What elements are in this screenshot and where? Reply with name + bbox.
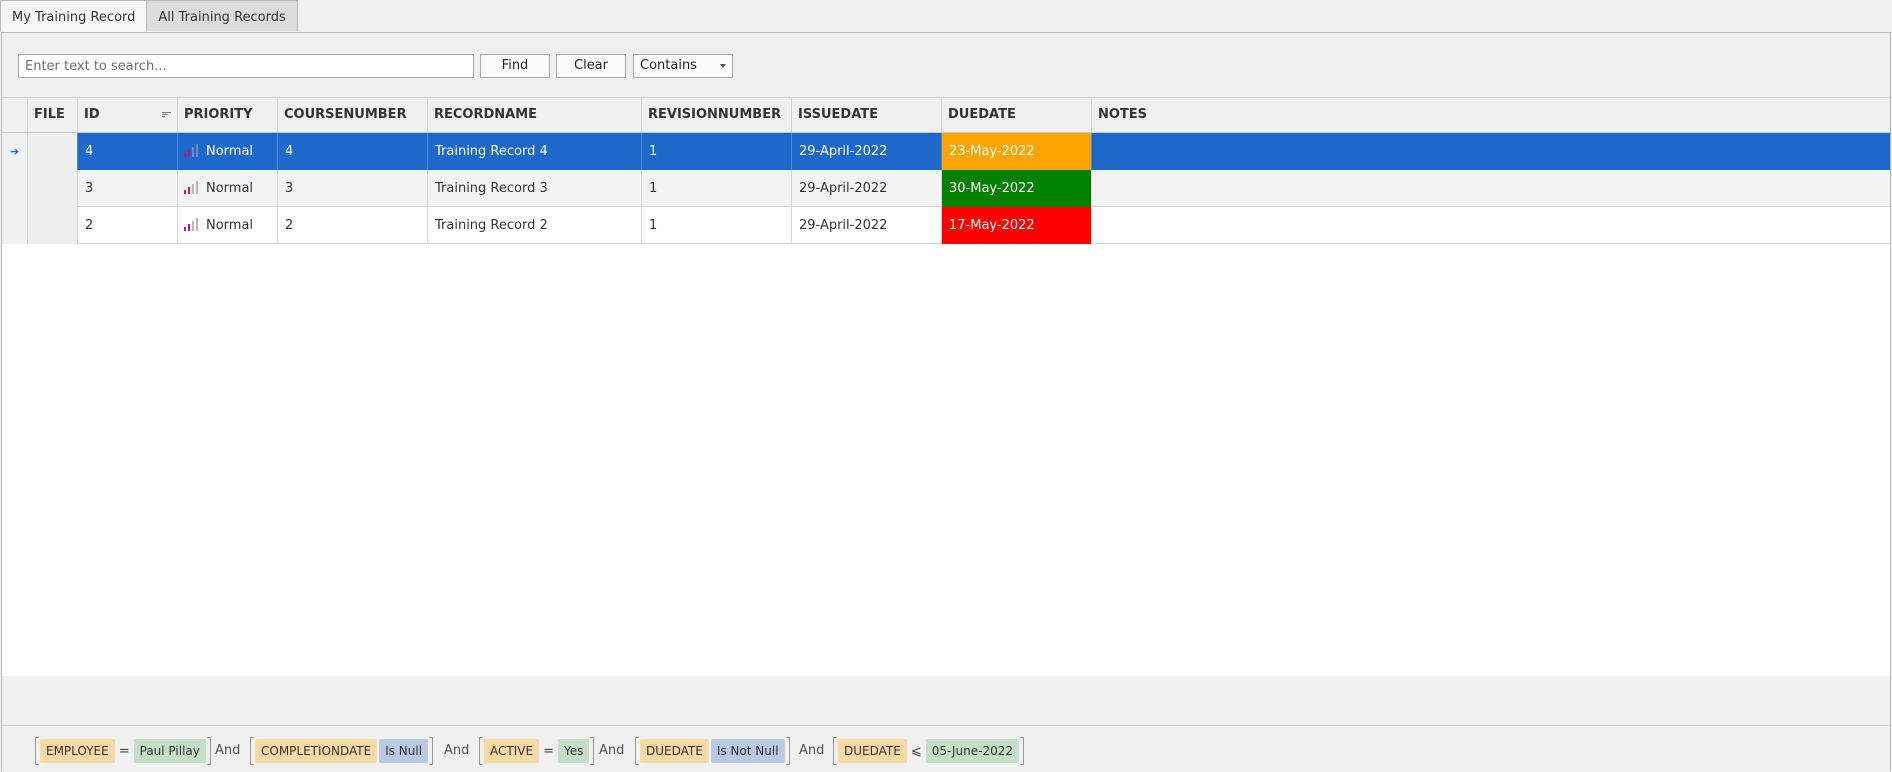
duedate-cell[interactable]: 30-May-2022 xyxy=(942,170,1092,207)
row-indicator xyxy=(2,170,28,207)
column-header-id[interactable]: ID xyxy=(78,98,178,132)
notes-cell[interactable] xyxy=(1092,133,1890,170)
filter-operator[interactable]: ⩽ xyxy=(911,744,922,759)
priority-bars-icon xyxy=(184,180,200,194)
revisionnumber-cell[interactable]: 1 xyxy=(642,207,792,244)
column-header-notes[interactable]: NOTES xyxy=(1092,98,1890,132)
priority-cell[interactable]: Normal xyxy=(178,207,278,244)
filter-operator[interactable]: = xyxy=(543,744,554,759)
filter-field-chip[interactable]: EMPLOYEE xyxy=(40,739,115,763)
coursenumber-cell[interactable]: 4 xyxy=(278,133,428,170)
notes-cell[interactable] xyxy=(1092,170,1890,207)
filter-conjunction[interactable]: And xyxy=(599,737,624,765)
column-header-issuedate[interactable]: ISSUEDATE xyxy=(792,98,942,132)
find-button[interactable]: Find xyxy=(480,54,550,78)
filter-operator-chip[interactable]: Is Null xyxy=(379,739,429,763)
grid-header: FILE ID PRIORITY COURSENUMBER RECORDNAME… xyxy=(2,98,1890,133)
filter-operator-chip[interactable]: Is Not Null xyxy=(710,739,785,763)
clear-button[interactable]: Clear xyxy=(556,54,626,78)
issuedate-cell[interactable]: 29-April-2022 xyxy=(792,133,942,170)
coursenumber-cell[interactable]: 2 xyxy=(278,207,428,244)
filter-condition-completiondate[interactable]: COMPLETIONDATE Is Null xyxy=(250,737,434,765)
filter-value-chip[interactable]: Yes xyxy=(557,739,590,763)
duedate-cell[interactable]: 17-May-2022 xyxy=(942,207,1092,244)
search-input[interactable] xyxy=(18,54,474,78)
recordname-cell[interactable]: Training Record 4 xyxy=(428,133,642,170)
row-indicator-header xyxy=(2,98,28,132)
filter-field-chip[interactable]: DUEDATE xyxy=(838,739,907,763)
priority-label: Normal xyxy=(206,144,254,159)
sort-icon xyxy=(162,112,171,118)
recordname-cell[interactable]: Training Record 3 xyxy=(428,170,642,207)
duedate-cell[interactable]: 23-May-2022 xyxy=(942,133,1092,170)
priority-cell[interactable]: Normal xyxy=(178,170,278,207)
column-header-recordname[interactable]: RECORDNAME xyxy=(428,98,642,132)
search-mode-select[interactable]: Contains xyxy=(633,54,733,78)
priority-label: Normal xyxy=(206,218,254,233)
filter-conjunction[interactable]: And xyxy=(799,737,824,765)
issuedate-cell[interactable]: 29-April-2022 xyxy=(792,170,942,207)
filter-field-chip[interactable]: ACTIVE xyxy=(484,739,540,763)
tab-my-training-record[interactable]: My Training Record xyxy=(0,0,148,32)
filter-condition-duedate-before[interactable]: DUEDATE ⩽ 05-June-2022 xyxy=(833,737,1025,765)
search-mode-value: Contains xyxy=(640,58,697,73)
chevron-down-icon xyxy=(720,64,726,68)
column-header-priority[interactable]: PRIORITY xyxy=(178,98,278,132)
bracket-close xyxy=(590,737,595,765)
recordname-cell[interactable]: Training Record 2 xyxy=(428,207,642,244)
table-row[interactable]: 3 Normal 3 Training Record 3 1 29-April-… xyxy=(2,170,1890,207)
filter-condition-active[interactable]: ACTIVE = Yes xyxy=(479,737,595,765)
row-indicator xyxy=(2,207,28,244)
filter-condition-duedate-not-null[interactable]: DUEDATE Is Not Null xyxy=(635,737,790,765)
bracket-open xyxy=(479,737,483,765)
id-cell[interactable]: 3 xyxy=(78,170,178,207)
issuedate-cell[interactable]: 29-April-2022 xyxy=(792,207,942,244)
bracket-open xyxy=(635,737,639,765)
column-header-revisionnumber[interactable]: REVISIONNUMBER xyxy=(642,98,792,132)
filter-field-chip[interactable]: DUEDATE xyxy=(640,739,709,763)
id-cell[interactable]: 4 xyxy=(78,133,178,170)
filter-operator[interactable]: = xyxy=(119,744,130,759)
filter-field-chip[interactable]: COMPLETIONDATE xyxy=(255,739,378,763)
training-records-grid: FILE ID PRIORITY COURSENUMBER RECORDNAME… xyxy=(2,97,1890,260)
revisionnumber-cell[interactable]: 1 xyxy=(642,133,792,170)
bracket-close xyxy=(206,737,211,765)
bracket-close xyxy=(429,737,434,765)
tab-all-training-records[interactable]: All Training Records xyxy=(146,0,298,31)
filter-condition-employee[interactable]: EMPLOYEE = Paul Pillay xyxy=(35,737,211,765)
filter-conjunction[interactable]: And xyxy=(215,737,240,765)
column-header-coursenumber[interactable]: COURSENUMBER xyxy=(278,98,428,132)
bracket-open xyxy=(35,737,39,765)
priority-bars-icon xyxy=(184,217,200,231)
column-header-file[interactable]: FILE xyxy=(28,98,78,132)
filter-panel: EMPLOYEE = Paul Pillay And COMPLETIONDAT… xyxy=(2,725,1890,772)
id-cell[interactable]: 2 xyxy=(78,207,178,244)
file-cell[interactable] xyxy=(28,133,78,170)
filter-conjunction[interactable]: And xyxy=(444,737,469,765)
priority-bars-icon xyxy=(184,143,200,157)
column-header-duedate[interactable]: DUEDATE xyxy=(942,98,1092,132)
column-header-id-label: ID xyxy=(84,107,100,122)
file-cell[interactable] xyxy=(28,170,78,207)
table-row[interactable]: 2 Normal 2 Training Record 2 1 29-April-… xyxy=(2,207,1890,244)
focused-row-arrow-icon: ➔ xyxy=(2,133,28,170)
priority-cell[interactable]: Normal xyxy=(178,133,278,170)
notes-cell[interactable] xyxy=(1092,207,1890,244)
priority-label: Normal xyxy=(206,181,254,196)
table-row[interactable]: ➔ 4 Normal 4 Training Record 4 1 29-Apri… xyxy=(2,133,1890,170)
bracket-close xyxy=(1020,737,1025,765)
bracket-close xyxy=(785,737,790,765)
tab-strip: My Training Record All Training Records xyxy=(0,0,298,32)
filter-value-chip[interactable]: 05-June-2022 xyxy=(925,739,1020,763)
content-panel: Find Clear Contains FILE ID PRIORITY COU… xyxy=(1,32,1891,772)
file-cell[interactable] xyxy=(28,207,78,244)
bracket-open xyxy=(833,737,837,765)
bracket-open xyxy=(250,737,254,765)
revisionnumber-cell[interactable]: 1 xyxy=(642,170,792,207)
coursenumber-cell[interactable]: 3 xyxy=(278,170,428,207)
filter-value-chip[interactable]: Paul Pillay xyxy=(133,739,206,763)
grid-empty-area xyxy=(2,196,1890,676)
